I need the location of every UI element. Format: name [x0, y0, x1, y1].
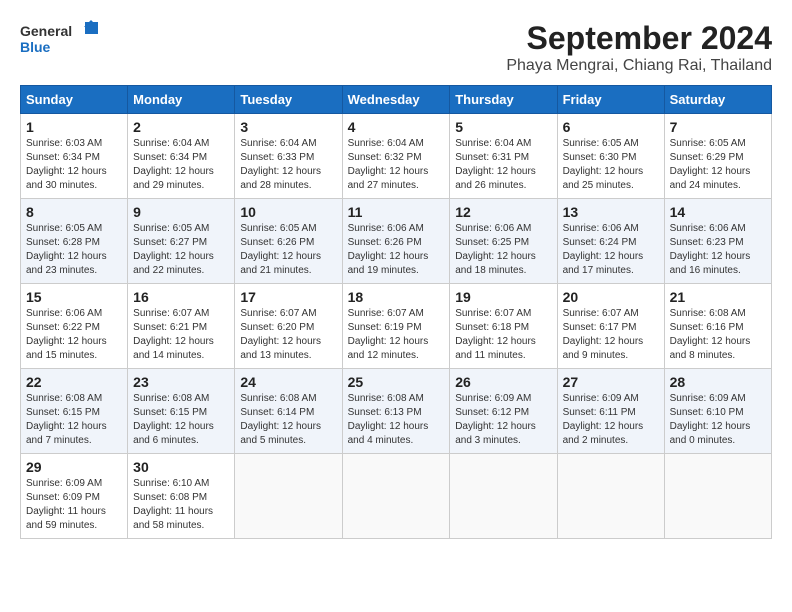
table-row: 9Sunrise: 6:05 AM Sunset: 6:27 PM Daylig…	[128, 199, 235, 284]
col-thursday: Thursday	[450, 86, 557, 114]
table-row: 19Sunrise: 6:07 AM Sunset: 6:18 PM Dayli…	[450, 284, 557, 369]
table-row: 5Sunrise: 6:04 AM Sunset: 6:31 PM Daylig…	[450, 114, 557, 199]
table-row: 2Sunrise: 6:04 AM Sunset: 6:34 PM Daylig…	[128, 114, 235, 199]
table-row: 20Sunrise: 6:07 AM Sunset: 6:17 PM Dayli…	[557, 284, 664, 369]
col-monday: Monday	[128, 86, 235, 114]
table-row: 28Sunrise: 6:09 AM Sunset: 6:10 PM Dayli…	[664, 369, 771, 454]
title-block: September 2024 Phaya Mengrai, Chiang Rai…	[506, 20, 772, 75]
table-row: 23Sunrise: 6:08 AM Sunset: 6:15 PM Dayli…	[128, 369, 235, 454]
table-row: 8Sunrise: 6:05 AM Sunset: 6:28 PM Daylig…	[21, 199, 128, 284]
table-row: 26Sunrise: 6:09 AM Sunset: 6:12 PM Dayli…	[450, 369, 557, 454]
col-friday: Friday	[557, 86, 664, 114]
table-row: 17Sunrise: 6:07 AM Sunset: 6:20 PM Dayli…	[235, 284, 342, 369]
col-sunday: Sunday	[21, 86, 128, 114]
table-row: 14Sunrise: 6:06 AM Sunset: 6:23 PM Dayli…	[664, 199, 771, 284]
table-row	[450, 454, 557, 539]
table-row: 13Sunrise: 6:06 AM Sunset: 6:24 PM Dayli…	[557, 199, 664, 284]
table-row: 12Sunrise: 6:06 AM Sunset: 6:25 PM Dayli…	[450, 199, 557, 284]
table-row: 27Sunrise: 6:09 AM Sunset: 6:11 PM Dayli…	[557, 369, 664, 454]
table-row	[664, 454, 771, 539]
table-row: 25Sunrise: 6:08 AM Sunset: 6:13 PM Dayli…	[342, 369, 450, 454]
calendar-table: Sunday Monday Tuesday Wednesday Thursday…	[20, 85, 772, 539]
table-row: 21Sunrise: 6:08 AM Sunset: 6:16 PM Dayli…	[664, 284, 771, 369]
logo-svg: General Blue	[20, 20, 100, 60]
table-row: 11Sunrise: 6:06 AM Sunset: 6:26 PM Dayli…	[342, 199, 450, 284]
col-saturday: Saturday	[664, 86, 771, 114]
table-row: 22Sunrise: 6:08 AM Sunset: 6:15 PM Dayli…	[21, 369, 128, 454]
table-row: 24Sunrise: 6:08 AM Sunset: 6:14 PM Dayli…	[235, 369, 342, 454]
table-row: 15Sunrise: 6:06 AM Sunset: 6:22 PM Dayli…	[21, 284, 128, 369]
table-row: 6Sunrise: 6:05 AM Sunset: 6:30 PM Daylig…	[557, 114, 664, 199]
table-row: 29Sunrise: 6:09 AM Sunset: 6:09 PM Dayli…	[21, 454, 128, 539]
table-row: 3Sunrise: 6:04 AM Sunset: 6:33 PM Daylig…	[235, 114, 342, 199]
table-row: 4Sunrise: 6:04 AM Sunset: 6:32 PM Daylig…	[342, 114, 450, 199]
table-row: 1Sunrise: 6:03 AM Sunset: 6:34 PM Daylig…	[21, 114, 128, 199]
page-title: September 2024	[506, 20, 772, 57]
page-header: General Blue September 2024 Phaya Mengra…	[20, 20, 772, 75]
svg-text:Blue: Blue	[20, 39, 51, 55]
col-wednesday: Wednesday	[342, 86, 450, 114]
svg-text:General: General	[20, 23, 72, 39]
table-row	[342, 454, 450, 539]
table-row: 7Sunrise: 6:05 AM Sunset: 6:29 PM Daylig…	[664, 114, 771, 199]
table-row: 30Sunrise: 6:10 AM Sunset: 6:08 PM Dayli…	[128, 454, 235, 539]
logo: General Blue	[20, 20, 100, 60]
col-tuesday: Tuesday	[235, 86, 342, 114]
table-row: 10Sunrise: 6:05 AM Sunset: 6:26 PM Dayli…	[235, 199, 342, 284]
page-subtitle: Phaya Mengrai, Chiang Rai, Thailand	[506, 57, 772, 75]
table-row	[235, 454, 342, 539]
calendar-header-row: Sunday Monday Tuesday Wednesday Thursday…	[21, 86, 772, 114]
table-row: 18Sunrise: 6:07 AM Sunset: 6:19 PM Dayli…	[342, 284, 450, 369]
table-row: 16Sunrise: 6:07 AM Sunset: 6:21 PM Dayli…	[128, 284, 235, 369]
table-row	[557, 454, 664, 539]
